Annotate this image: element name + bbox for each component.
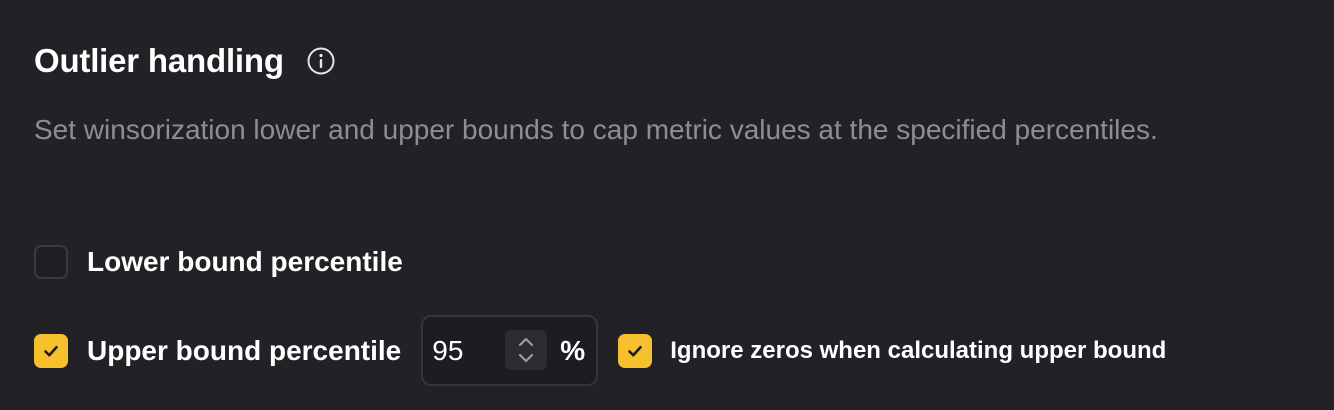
info-icon[interactable] [306,46,336,76]
outlier-handling-panel: Outlier handling Set winsorization lower… [0,0,1334,410]
ignore-zeros-checkbox[interactable] [618,333,653,368]
check-icon [628,345,643,356]
upper-bound-checkbox[interactable] [34,333,68,368]
percent-unit: % [560,334,586,366]
upper-bound-label[interactable]: Upper bound percentile [87,335,401,367]
section-description: Set winsorization lower and upper bounds… [34,114,1158,145]
lower-bound-row: Lower bound percentile [34,245,403,279]
lower-bound-checkbox[interactable] [34,245,68,279]
upper-bound-percentile-input[interactable]: 95 % [421,315,599,386]
check-icon [44,345,58,356]
upper-bound-row: Upper bound percentile 95 % Ignore zeros… [34,315,1166,386]
section-title: Outlier handling [34,42,284,79]
section-header: Outlier handling [34,42,336,80]
lower-bound-label[interactable]: Lower bound percentile [87,246,403,278]
upper-bound-value[interactable]: 95 [432,335,463,367]
chevron-up-down-icon[interactable] [505,330,548,370]
ignore-zeros-label[interactable]: Ignore zeros when calculating upper boun… [670,337,1166,365]
